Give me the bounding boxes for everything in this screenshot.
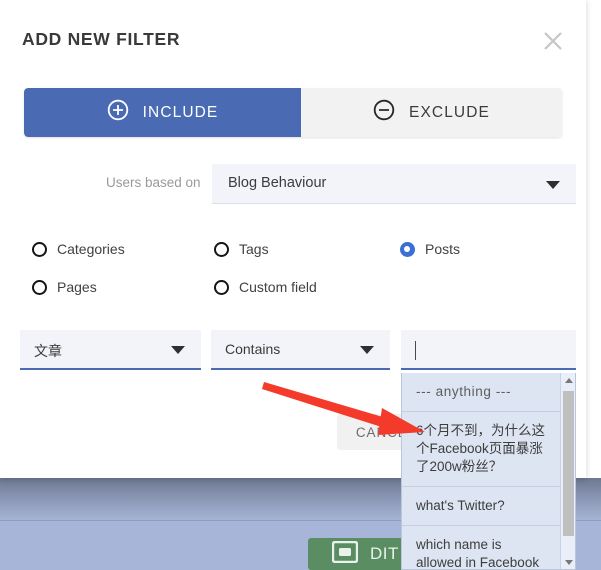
radio-categories-label: Categories: [57, 241, 125, 257]
radio-mark-categories: [32, 241, 47, 257]
autocomplete-dropdown: --- anything --- 6个月不到，为什么这个Facebook页面暴涨…: [401, 373, 576, 570]
plus-circle-icon: [107, 99, 129, 126]
radio-custom-field[interactable]: Custom field: [214, 279, 317, 295]
list-item[interactable]: which name is allowed in Facebook: [402, 526, 562, 569]
page-title: ADD NEW FILTER: [22, 29, 181, 49]
chevron-down-icon: [171, 346, 185, 354]
close-icon[interactable]: [538, 26, 568, 56]
radio-mark-posts: [400, 241, 415, 257]
list-item[interactable]: --- anything ---: [402, 373, 562, 412]
minus-circle-icon: [373, 99, 395, 126]
save-icon: [331, 540, 359, 568]
list-item[interactable]: what's Twitter?: [402, 487, 562, 526]
users-based-on-select[interactable]: Blog Behaviour: [212, 164, 576, 204]
source-type-radio-group: Categories Tags Posts Pages Custom field: [0, 236, 586, 308]
triangle-up-icon[interactable]: [561, 373, 575, 388]
include-exclude-tabs: INCLUDE EXCLUDE: [24, 88, 562, 137]
scrollbar-thumb[interactable]: [563, 391, 574, 536]
tab-exclude-label: EXCLUDE: [409, 103, 490, 121]
tab-include[interactable]: INCLUDE: [24, 88, 301, 137]
chevron-down-icon: [546, 180, 560, 189]
radio-mark-pages: [32, 279, 47, 295]
filter-operator-value: Contains: [225, 341, 281, 357]
tab-exclude[interactable]: EXCLUDE: [301, 88, 562, 137]
filter-type-select[interactable]: 文章: [20, 330, 201, 370]
radio-tags-label: Tags: [239, 241, 269, 257]
users-based-on-value: Blog Behaviour: [228, 175, 327, 191]
modal-header: ADD NEW FILTER: [0, 0, 586, 72]
dropdown-scrollbar[interactable]: [560, 373, 575, 569]
radio-mark-custom-field: [214, 279, 229, 295]
radio-posts-label: Posts: [425, 241, 461, 257]
radio-posts[interactable]: Posts: [400, 241, 460, 257]
triangle-down-icon[interactable]: [561, 555, 575, 569]
filter-operator-select[interactable]: Contains: [211, 330, 390, 370]
list-item[interactable]: 6个月不到，为什么这个Facebook页面暴涨了200w粉丝？: [402, 412, 562, 487]
background-save-button-label: DIT: [370, 544, 399, 563]
radio-pages-label: Pages: [57, 279, 97, 295]
text-cursor: [415, 341, 416, 360]
radio-tags[interactable]: Tags: [214, 241, 269, 257]
chevron-down-icon: [360, 346, 374, 354]
radio-custom-field-label: Custom field: [239, 279, 317, 295]
radio-pages[interactable]: Pages: [32, 279, 97, 295]
filter-type-value: 文章: [34, 343, 62, 359]
radio-categories[interactable]: Categories: [32, 241, 125, 257]
users-based-on-label: Users based on: [106, 175, 201, 190]
tab-include-label: INCLUDE: [142, 103, 219, 121]
filter-value-input[interactable]: [401, 330, 576, 370]
users-based-on-row: Users based on Blog Behaviour: [0, 164, 586, 206]
radio-mark-tags: [214, 241, 229, 257]
